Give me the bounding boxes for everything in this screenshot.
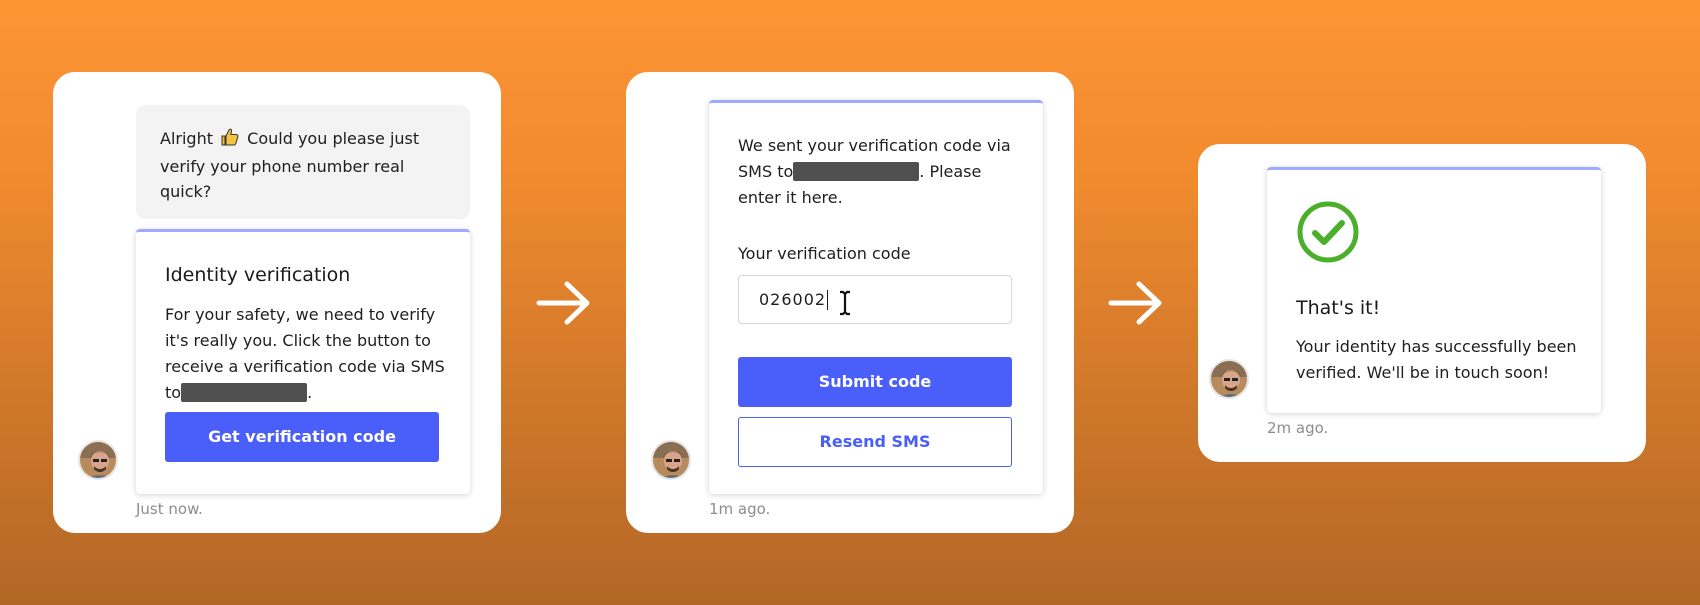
card-text-prefix: SMS to [738, 162, 794, 181]
card-text-line: it's really you. Click the button to [165, 331, 431, 350]
card-text-suffix: . Please [919, 162, 982, 181]
identity-verification-card: Identity verification For your safety, w… [136, 229, 470, 494]
bubble-text-end: Could you please just [247, 129, 420, 148]
step3-panel: That's it! Your identity has successfull… [1198, 144, 1646, 462]
card-description: For your safety, we need to verify it's … [165, 302, 455, 406]
arrow-right-icon [1107, 278, 1167, 328]
card-text-line: SMS to . Please [738, 159, 1028, 185]
sms-sent-message: We sent your verification code via SMS t… [738, 133, 1028, 211]
avatar [78, 440, 118, 480]
redacted-phone-number [181, 382, 308, 402]
success-title: That's it! [1296, 297, 1381, 319]
card-text-line: receive a verification code via SMS [165, 357, 445, 376]
message-timestamp: 1m ago. [709, 500, 771, 518]
verification-code-label: Your verification code [738, 244, 911, 263]
card-text-line: enter it here. [738, 188, 843, 207]
card-text-line: For your safety, we need to verify [165, 305, 436, 324]
text-cursor-icon [837, 290, 853, 320]
card-text-line: verified. We'll be in touch soon! [1296, 363, 1550, 382]
card-text-line: We sent your verification code via [738, 136, 1011, 155]
resend-sms-button[interactable]: Resend SMS [738, 417, 1012, 467]
card-text-prefix: to [165, 383, 182, 402]
avatar [1209, 359, 1249, 399]
verification-code-input[interactable]: 026002 [738, 275, 1012, 324]
card-text-suffix: . [307, 383, 313, 402]
success-message: Your identity has successfully been veri… [1296, 334, 1586, 386]
verification-success-card: That's it! Your identity has successfull… [1267, 167, 1601, 413]
step1-panel: Alright Could you please just verify you… [53, 72, 501, 533]
card-title: Identity verification [165, 264, 351, 286]
verification-code-card: We sent your verification code via SMS t… [709, 100, 1043, 494]
redacted-phone-number [793, 161, 920, 181]
avatar [651, 440, 691, 480]
verification-code-value: 026002 [759, 290, 827, 309]
card-text-line: Your identity has successfully been [1296, 337, 1577, 356]
chat-message-bubble: Alright Could you please just verify you… [136, 105, 470, 219]
get-verification-code-button[interactable]: Get verification code [165, 412, 439, 462]
message-timestamp: 2m ago. [1267, 419, 1329, 437]
bubble-text-line2: verify your phone number real quick? [160, 157, 405, 201]
check-circle-icon [1296, 200, 1360, 268]
card-text-line: to. [165, 380, 455, 406]
submit-code-button[interactable]: Submit code [738, 357, 1012, 407]
arrow-right-icon [535, 278, 595, 328]
thumbs-up-icon [220, 127, 240, 154]
step2-panel: We sent your verification code via SMS t… [626, 72, 1074, 533]
bubble-text-start: Alright [160, 129, 213, 148]
message-timestamp: Just now. [136, 500, 203, 518]
text-caret [827, 289, 829, 310]
